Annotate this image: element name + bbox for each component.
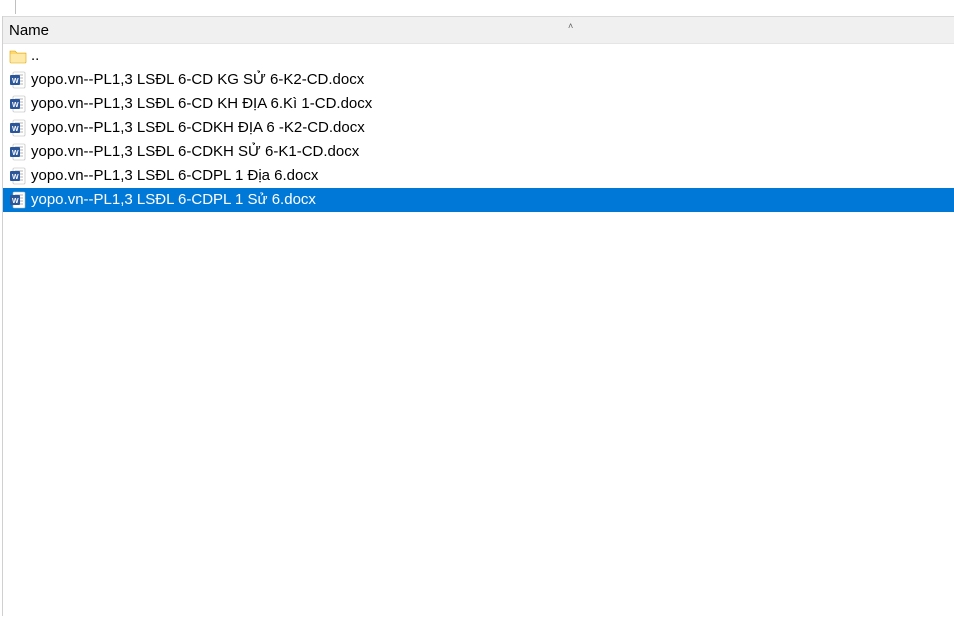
file-name: yopo.vn--PL1,3 LSĐL 6-CDPL 1 Sử 6.docx — [31, 188, 316, 212]
file-name: yopo.vn--PL1,3 LSĐL 6-CDPL 1 Địa 6.docx — [31, 164, 318, 188]
folder-icon — [9, 47, 27, 65]
divider-marker — [15, 0, 16, 14]
sort-ascending-icon: ˄ — [568, 21, 573, 31]
file-row[interactable]: yopo.vn--PL1,3 LSĐL 6-CDPL 1 Sử 6.docx — [3, 188, 954, 212]
file-name: yopo.vn--PL1,3 LSĐL 6-CDKH ĐỊA 6 -K2-CD.… — [31, 116, 365, 140]
file-row[interactable]: yopo.vn--PL1,3 LSĐL 6-CD KH ĐỊA 6.Kì 1-C… — [3, 92, 954, 116]
word-doc-icon — [9, 95, 27, 113]
word-doc-icon — [9, 143, 27, 161]
file-row[interactable]: yopo.vn--PL1,3 LSĐL 6-CDPL 1 Địa 6.docx — [3, 164, 954, 188]
word-doc-icon — [9, 119, 27, 137]
word-doc-icon — [9, 191, 27, 209]
file-list: ..yopo.vn--PL1,3 LSĐL 6-CD KG SỬ 6-K2-CD… — [3, 44, 954, 212]
file-pane: Name ˄ ..yopo.vn--PL1,3 LSĐL 6-CD KG SỬ … — [2, 16, 954, 616]
file-name: yopo.vn--PL1,3 LSĐL 6-CD KG SỬ 6-K2-CD.d… — [31, 68, 364, 92]
file-name: .. — [31, 44, 39, 68]
file-name: yopo.vn--PL1,3 LSĐL 6-CD KH ĐỊA 6.Kì 1-C… — [31, 92, 372, 116]
column-header-name[interactable]: Name — [9, 22, 49, 39]
parent-folder-row[interactable]: .. — [3, 44, 954, 68]
file-name: yopo.vn--PL1,3 LSĐL 6-CDKH SỬ 6-K1-CD.do… — [31, 140, 359, 164]
word-doc-icon — [9, 167, 27, 185]
file-row[interactable]: yopo.vn--PL1,3 LSĐL 6-CDKH SỬ 6-K1-CD.do… — [3, 140, 954, 164]
word-doc-icon — [9, 71, 27, 89]
file-row[interactable]: yopo.vn--PL1,3 LSĐL 6-CD KG SỬ 6-K2-CD.d… — [3, 68, 954, 92]
column-header-row[interactable]: Name ˄ — [3, 16, 954, 44]
file-row[interactable]: yopo.vn--PL1,3 LSĐL 6-CDKH ĐỊA 6 -K2-CD.… — [3, 116, 954, 140]
